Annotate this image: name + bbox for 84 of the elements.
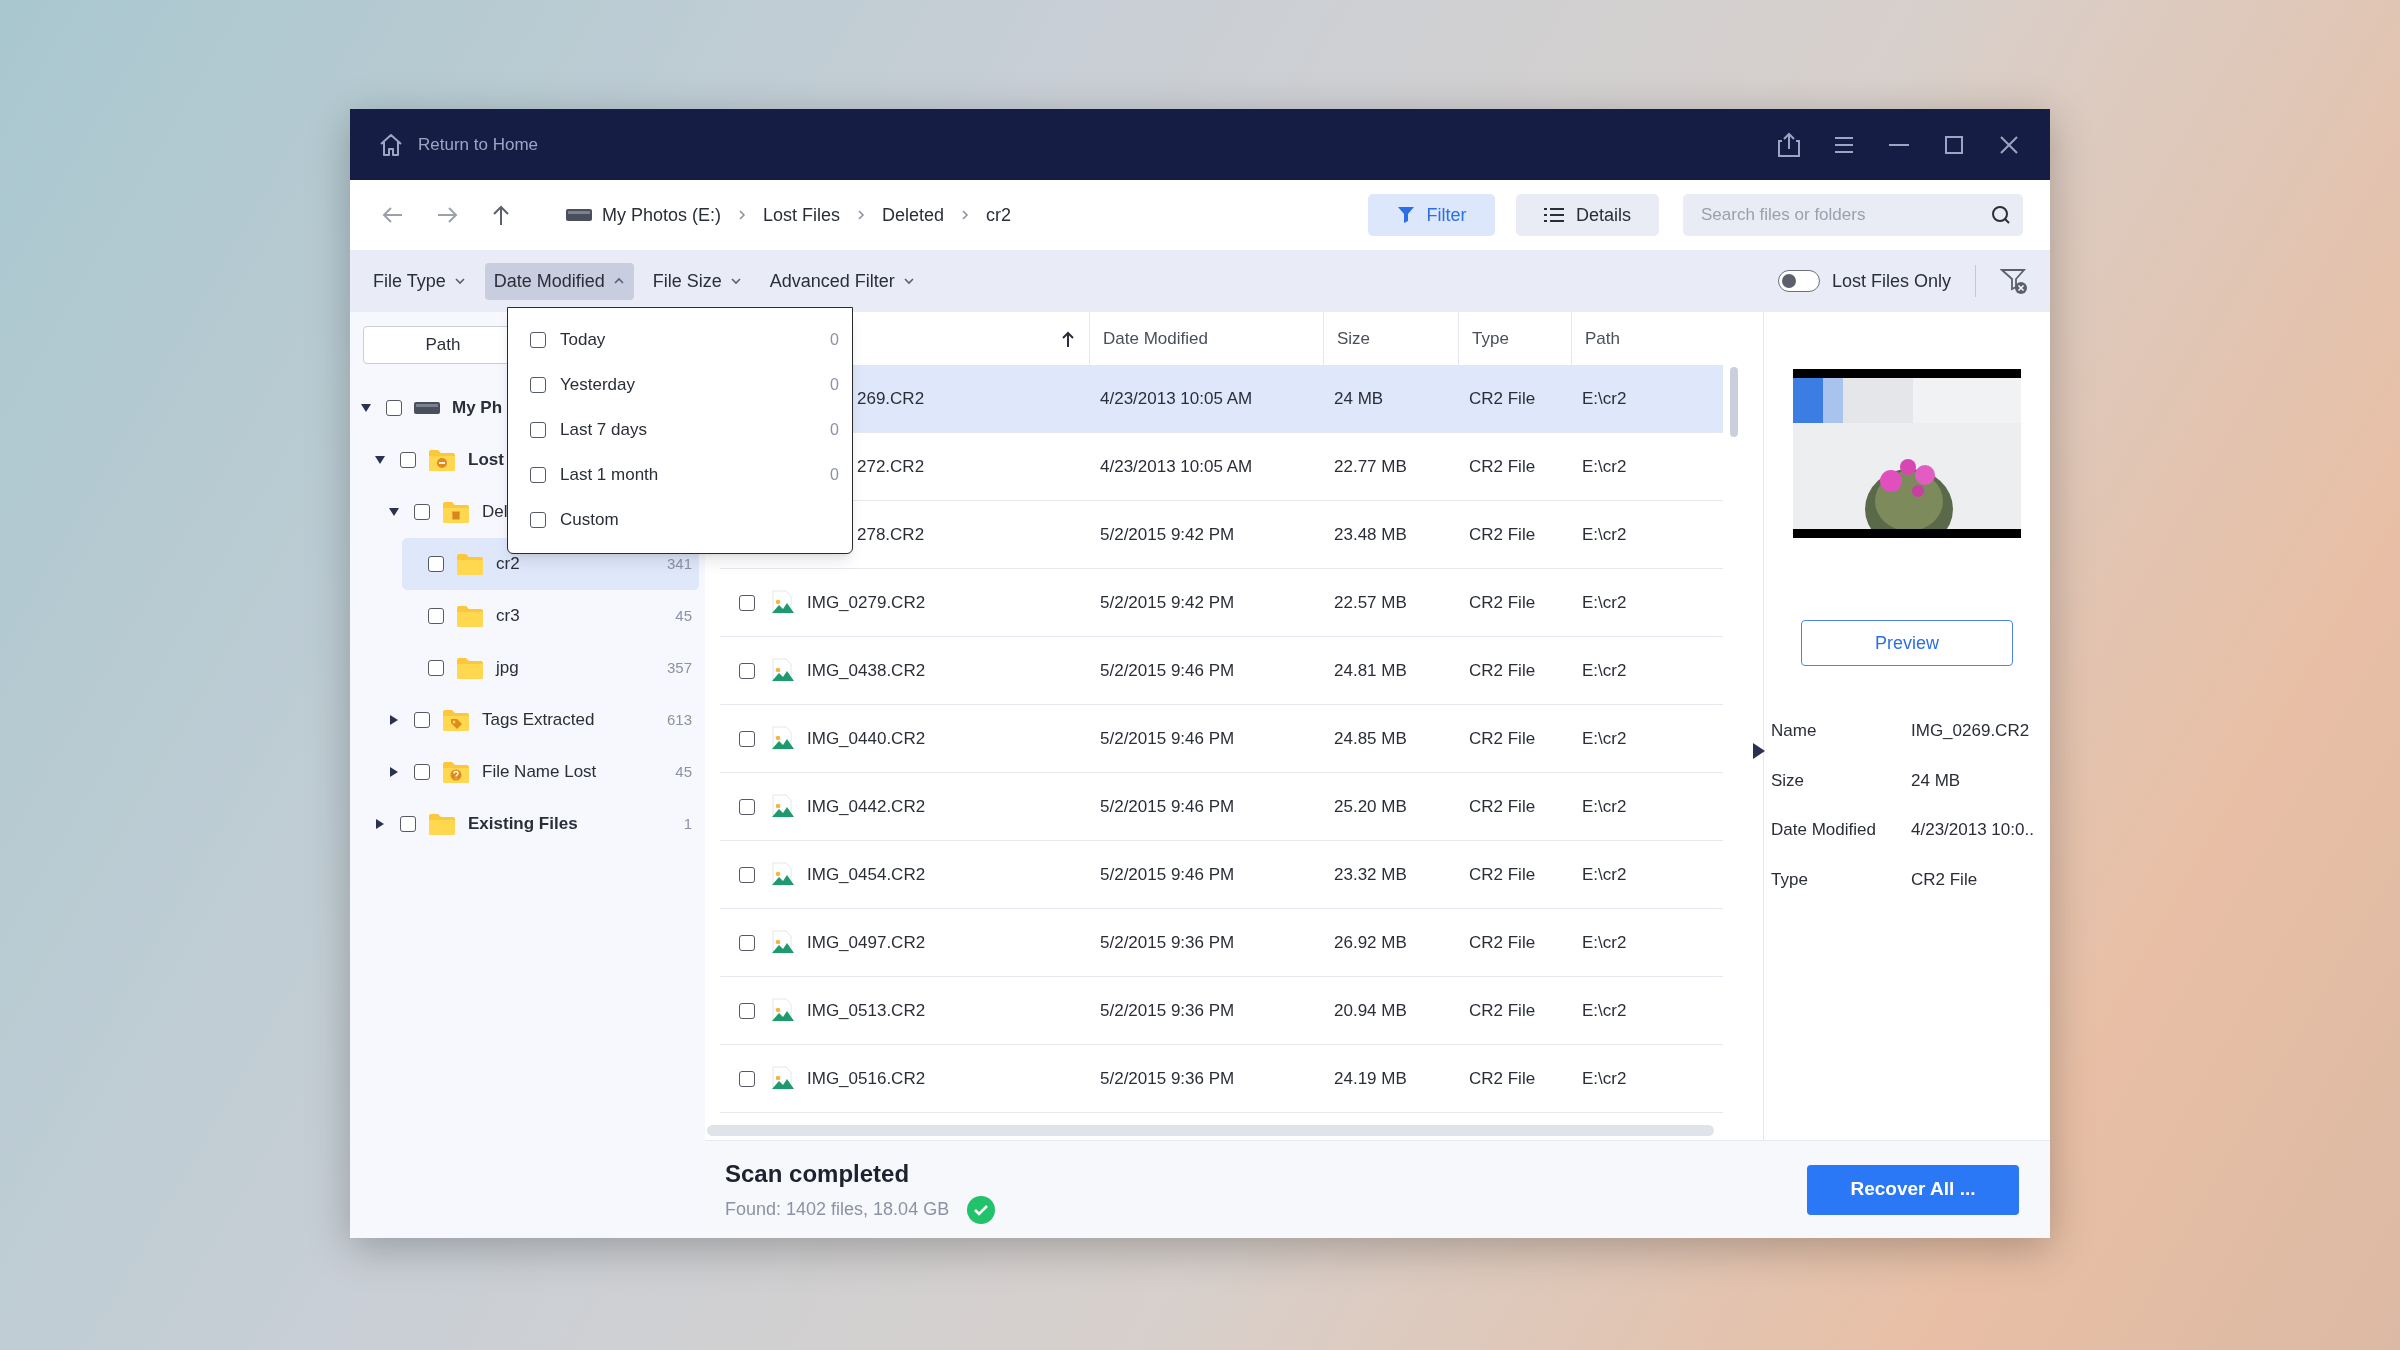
table-cell-text: 5/2/2015 9:36 PM (1099, 999, 1236, 1022)
item-count: 45 (675, 761, 692, 782)
table-cell-text: E:\cr2 (1581, 455, 1628, 478)
table-cell-text: 5/2/2015 9:42 PM (1099, 591, 1236, 614)
table-cell-text: 26.92 MB (1333, 931, 1408, 954)
table-cell-text: E:\cr2 (1581, 523, 1628, 546)
item-count: 0 (830, 464, 839, 485)
table-cell-text: E:\cr2 (1581, 727, 1628, 750)
table-cell-text: CR2 File (1468, 727, 1537, 750)
table-cell-text: 22.77 MB (1333, 455, 1408, 478)
table-cell-text: CR2 File (1468, 795, 1537, 818)
item-count: 1 (683, 813, 692, 834)
table-cell-text: CR2 File (1468, 931, 1537, 954)
status-title: Scan completed (725, 1158, 911, 1189)
detail-value: CR2 File (1911, 868, 1978, 891)
detail-label: Type (1771, 868, 1809, 891)
tree-label: Del (482, 501, 508, 524)
table-cell-text: 5/2/2015 9:46 PM (1099, 659, 1236, 682)
detail-value: IMG_0269.CR2 (1911, 720, 2030, 742)
file-name: IMG_0442.CR2 (807, 795, 926, 818)
tree-label: Existing Files (468, 813, 578, 836)
table-cell-text: E:\cr2 (1581, 795, 1628, 818)
detail-label: Name (1771, 720, 1818, 742)
table-cell-text: CR2 File (1468, 659, 1537, 682)
tree-label: My Ph (452, 397, 503, 420)
file-name: 278.CR2 (857, 523, 925, 546)
table-cell-text: CR2 File (1468, 999, 1537, 1022)
table-cell-text: CR2 File (1468, 387, 1537, 410)
file-name: IMG_0279.CR2 (807, 591, 926, 614)
file-name: IMG_0438.CR2 (807, 659, 926, 682)
table-cell-text: 24.85 MB (1333, 727, 1408, 750)
toggle-label: Lost Files Only (1831, 269, 1951, 293)
tree-label: File Name Lost (482, 761, 597, 784)
item-count: 0 (830, 329, 839, 350)
table-cell-text: E:\cr2 (1581, 863, 1628, 886)
table-cell-text: CR2 File (1468, 455, 1537, 478)
table-cell-text: 4/23/2013 10:05 AM (1099, 455, 1254, 478)
file-name: IMG_0440.CR2 (807, 727, 926, 750)
table-cell-text: E:\cr2 (1581, 591, 1628, 614)
tree-label: cr2 (496, 553, 520, 576)
table-cell-text: 24 MB (1333, 387, 1385, 410)
file-name: IMG_0454.CR2 (807, 863, 926, 886)
item-count: 0 (830, 374, 839, 395)
table-cell-text: E:\cr2 (1581, 1067, 1628, 1090)
table-cell-text: E:\cr2 (1581, 999, 1628, 1022)
table-cell-text: 5/2/2015 9:46 PM (1099, 795, 1236, 818)
table-cell-text: 5/2/2015 9:46 PM (1099, 863, 1236, 886)
detail-value: 24 MB (1911, 769, 1961, 792)
scan-summary: Found: 1402 files, 18.04 GB (725, 1198, 950, 1221)
table-cell-text: CR2 File (1468, 591, 1537, 614)
table-cell-text: CR2 File (1468, 863, 1537, 886)
item-count: 613 (666, 709, 692, 730)
detail-value: 4/23/2013 10:0.. (1911, 819, 2034, 841)
table-cell-text: 22.57 MB (1333, 591, 1408, 614)
detail-label: Date Modified (1771, 819, 1877, 841)
tree-label: cr3 (496, 605, 520, 628)
table-cell-text: 5/2/2015 9:36 PM (1099, 931, 1236, 954)
table-cell-text: 20.94 MB (1333, 999, 1408, 1022)
table-cell-text: 23.32 MB (1333, 863, 1408, 886)
table-cell-text: 24.19 MB (1333, 1067, 1408, 1090)
table-cell-text: CR2 File (1468, 1067, 1537, 1090)
table-cell-text: 5/2/2015 9:36 PM (1099, 1067, 1236, 1090)
table-cell-text: 5/2/2015 9:42 PM (1099, 523, 1236, 546)
item-count: 341 (666, 553, 692, 574)
table-cell-text: 5/2/2015 9:46 PM (1099, 727, 1236, 750)
table-cell-text: 24.81 MB (1333, 659, 1408, 682)
table-cell-text: E:\cr2 (1581, 931, 1628, 954)
table-cell-text: E:\cr2 (1581, 387, 1628, 410)
table-cell-text: 4/23/2013 10:05 AM (1099, 387, 1254, 410)
item-count: 45 (675, 605, 692, 626)
tree-label: jpg (496, 657, 519, 680)
table-cell-text: E:\cr2 (1581, 659, 1628, 682)
file-name: 272.CR2 (857, 455, 925, 478)
tree-label: Lost (468, 449, 504, 472)
file-name: 269.CR2 (857, 387, 925, 410)
table-cell-text: CR2 File (1468, 523, 1537, 546)
file-name: IMG_0513.CR2 (807, 999, 926, 1022)
detail-label: Size (1771, 769, 1806, 792)
item-count: 357 (666, 657, 692, 678)
table-cell-text: 23.48 MB (1333, 523, 1408, 546)
table-cell-text: 25.20 MB (1333, 795, 1408, 818)
file-name: IMG_0516.CR2 (807, 1067, 926, 1090)
file-name: IMG_0497.CR2 (807, 931, 926, 954)
tree-label: Tags Extracted (482, 709, 595, 732)
